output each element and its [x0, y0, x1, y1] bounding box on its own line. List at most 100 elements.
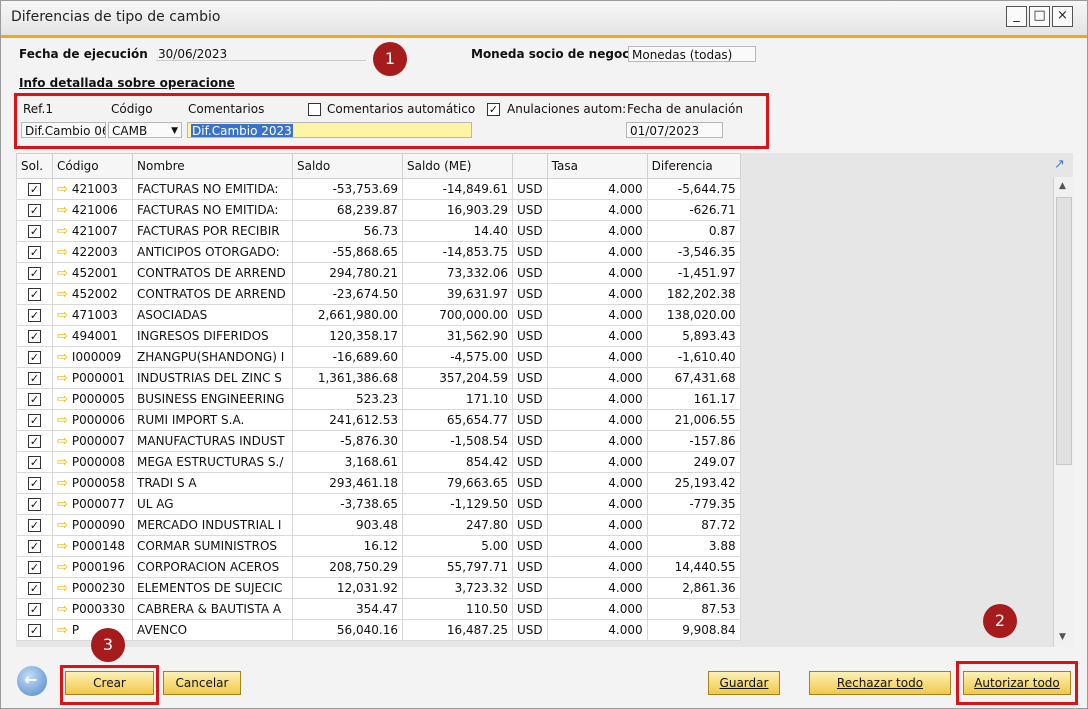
- rechazar-todo-button[interactable]: Rechazar todo: [809, 671, 951, 695]
- saldo-cell[interactable]: 12,031.92: [292, 577, 403, 599]
- row-checkbox[interactable]: ✓: [28, 498, 41, 511]
- saldo-me-cell[interactable]: 854.42: [402, 451, 513, 473]
- row-checkbox[interactable]: ✓: [28, 204, 41, 217]
- moneda-cell[interactable]: USD: [512, 220, 548, 242]
- nombre-cell[interactable]: AVENCO: [132, 619, 293, 641]
- codigo-cell[interactable]: ⇨ P000196: [52, 556, 133, 578]
- info-detallada-link[interactable]: Info detallada sobre operacione: [19, 76, 235, 90]
- row-checkbox-cell[interactable]: ✓: [16, 535, 53, 557]
- tasa-cell[interactable]: 4.000: [546, 220, 648, 242]
- nombre-cell[interactable]: MANUFACTURAS INDUST: [132, 430, 293, 452]
- nombre-cell[interactable]: MERCADO INDUSTRIAL I: [132, 514, 293, 536]
- nombre-cell[interactable]: ASOCIADAS: [132, 304, 293, 326]
- nombre-cell[interactable]: CABRERA & BAUTISTA A: [132, 598, 293, 620]
- saldo-cell[interactable]: 68,239.87: [292, 199, 403, 221]
- link-arrow-icon[interactable]: ⇨: [57, 392, 68, 407]
- codigo-select[interactable]: CAMB ▼: [108, 122, 182, 138]
- diferencia-cell[interactable]: 3.88: [646, 535, 741, 557]
- saldo-me-cell[interactable]: 16,903.29: [402, 199, 513, 221]
- codigo-cell[interactable]: ⇨ P000230: [52, 577, 133, 599]
- row-checkbox[interactable]: ✓: [28, 372, 41, 385]
- codigo-cell[interactable]: ⇨ P000001: [52, 367, 133, 389]
- diferencia-cell[interactable]: 138,020.00: [646, 304, 741, 326]
- moneda-cell[interactable]: USD: [512, 304, 548, 326]
- column-header-sol[interactable]: Sol.: [16, 153, 53, 179]
- diferencia-cell[interactable]: -1,451.97: [646, 262, 741, 284]
- table-row[interactable]: ✓ ⇨ I000009 ZHANGPU(SHANDONG) I -16,689.60 -4…: [16, 346, 741, 368]
- table-row[interactable]: ✓ ⇨ P000230 ELEMENTOS DE SUJECIC 12,031.92 3,…: [16, 577, 741, 599]
- diferencia-cell[interactable]: -779.35: [646, 493, 741, 515]
- saldo-cell[interactable]: 208,750.29: [292, 556, 403, 578]
- saldo-cell[interactable]: 56,040.16: [292, 619, 403, 641]
- saldo-me-cell[interactable]: 39,631.97: [402, 283, 513, 305]
- saldo-cell[interactable]: 241,612.53: [292, 409, 403, 431]
- link-arrow-icon[interactable]: ⇨: [57, 182, 68, 197]
- codigo-cell[interactable]: ⇨ P000330: [52, 598, 133, 620]
- table-row[interactable]: ✓ ⇨ P000077 UL AG -3,738.65 -1,129.50 USD 4.000…: [16, 493, 741, 515]
- nombre-cell[interactable]: INDUSTRIAS DEL ZINC S: [132, 367, 293, 389]
- row-checkbox[interactable]: ✓: [28, 435, 41, 448]
- tasa-cell[interactable]: 4.000: [546, 325, 648, 347]
- tasa-cell[interactable]: 4.000: [546, 367, 648, 389]
- nombre-cell[interactable]: RUMI IMPORT S.A.: [132, 409, 293, 431]
- row-checkbox-cell[interactable]: ✓: [16, 409, 53, 431]
- tasa-cell[interactable]: 4.000: [546, 619, 648, 641]
- codigo-cell[interactable]: ⇨ P000090: [52, 514, 133, 536]
- saldo-cell[interactable]: 1,361,386.68: [292, 367, 403, 389]
- guardar-button[interactable]: Guardar: [708, 671, 780, 695]
- moneda-cell[interactable]: USD: [512, 472, 548, 494]
- moneda-cell[interactable]: USD: [512, 178, 548, 200]
- link-arrow-icon[interactable]: ⇨: [57, 539, 68, 554]
- row-checkbox-cell[interactable]: ✓: [16, 472, 53, 494]
- diferencia-cell[interactable]: 14,440.55: [646, 556, 741, 578]
- row-checkbox-cell[interactable]: ✓: [16, 199, 53, 221]
- moneda-cell[interactable]: USD: [512, 346, 548, 368]
- maximize-icon[interactable]: □: [1029, 6, 1050, 27]
- diferencia-cell[interactable]: 182,202.38: [646, 283, 741, 305]
- row-checkbox[interactable]: ✓: [28, 540, 41, 553]
- saldo-cell[interactable]: 293,461.18: [292, 472, 403, 494]
- codigo-cell[interactable]: ⇨ I000009: [52, 346, 133, 368]
- row-checkbox[interactable]: ✓: [28, 183, 41, 196]
- diferencia-cell[interactable]: 249.07: [646, 451, 741, 473]
- table-row[interactable]: ✓ ⇨ P000196 CORPORACION ACEROS 208,750.29 55,…: [16, 556, 741, 578]
- moneda-cell[interactable]: USD: [512, 577, 548, 599]
- tasa-cell[interactable]: 4.000: [546, 430, 648, 452]
- nombre-cell[interactable]: MEGA ESTRUCTURAS S./: [132, 451, 293, 473]
- column-header-saldo-me[interactable]: Saldo (ME): [402, 153, 513, 179]
- saldo-cell[interactable]: 354.47: [292, 598, 403, 620]
- back-arrow-icon[interactable]: ←: [17, 666, 47, 696]
- row-checkbox[interactable]: ✓: [28, 351, 41, 364]
- scroll-up-icon[interactable]: ▲: [1059, 181, 1066, 191]
- row-checkbox-cell[interactable]: ✓: [16, 262, 53, 284]
- scroll-down-icon[interactable]: ▼: [1059, 632, 1066, 642]
- moneda-cell[interactable]: USD: [512, 283, 548, 305]
- link-arrow-icon[interactable]: ⇨: [57, 560, 68, 575]
- diferencia-cell[interactable]: 9,908.84: [646, 619, 741, 641]
- diferencia-cell[interactable]: -157.86: [646, 430, 741, 452]
- codigo-cell[interactable]: ⇨ P000007: [52, 430, 133, 452]
- tasa-cell[interactable]: 4.000: [546, 451, 648, 473]
- diferencia-cell[interactable]: 2,861.36: [646, 577, 741, 599]
- column-header-nombre[interactable]: Nombre: [132, 153, 293, 179]
- saldo-cell[interactable]: 3,168.61: [292, 451, 403, 473]
- nombre-cell[interactable]: UL AG: [132, 493, 293, 515]
- column-header-saldo[interactable]: Saldo: [292, 153, 403, 179]
- link-arrow-icon[interactable]: ⇨: [57, 434, 68, 449]
- comentarios-auto-checkbox[interactable]: [308, 103, 321, 116]
- saldo-cell[interactable]: 56.73: [292, 220, 403, 242]
- close-icon[interactable]: ×: [1052, 6, 1073, 27]
- codigo-cell[interactable]: ⇨ 421007: [52, 220, 133, 242]
- link-arrow-icon[interactable]: ⇨: [57, 224, 68, 239]
- moneda-cell[interactable]: USD: [512, 388, 548, 410]
- link-arrow-icon[interactable]: ⇨: [57, 245, 68, 260]
- tasa-cell[interactable]: 4.000: [546, 178, 648, 200]
- tasa-cell[interactable]: 4.000: [546, 262, 648, 284]
- comentarios-input[interactable]: Dif.Cambio 2023: [187, 122, 472, 138]
- tasa-cell[interactable]: 4.000: [546, 577, 648, 599]
- table-row[interactable]: ✓ ⇨ 452002 CONTRATOS DE ARREND -23,674.50 39,…: [16, 283, 741, 305]
- table-row[interactable]: ✓ ⇨ 421006 FACTURAS NO EMITIDA: 68,239.87 16,…: [16, 199, 741, 221]
- moneda-cell[interactable]: USD: [512, 619, 548, 641]
- saldo-me-cell[interactable]: 16,487.25: [402, 619, 513, 641]
- row-checkbox-cell[interactable]: ✓: [16, 430, 53, 452]
